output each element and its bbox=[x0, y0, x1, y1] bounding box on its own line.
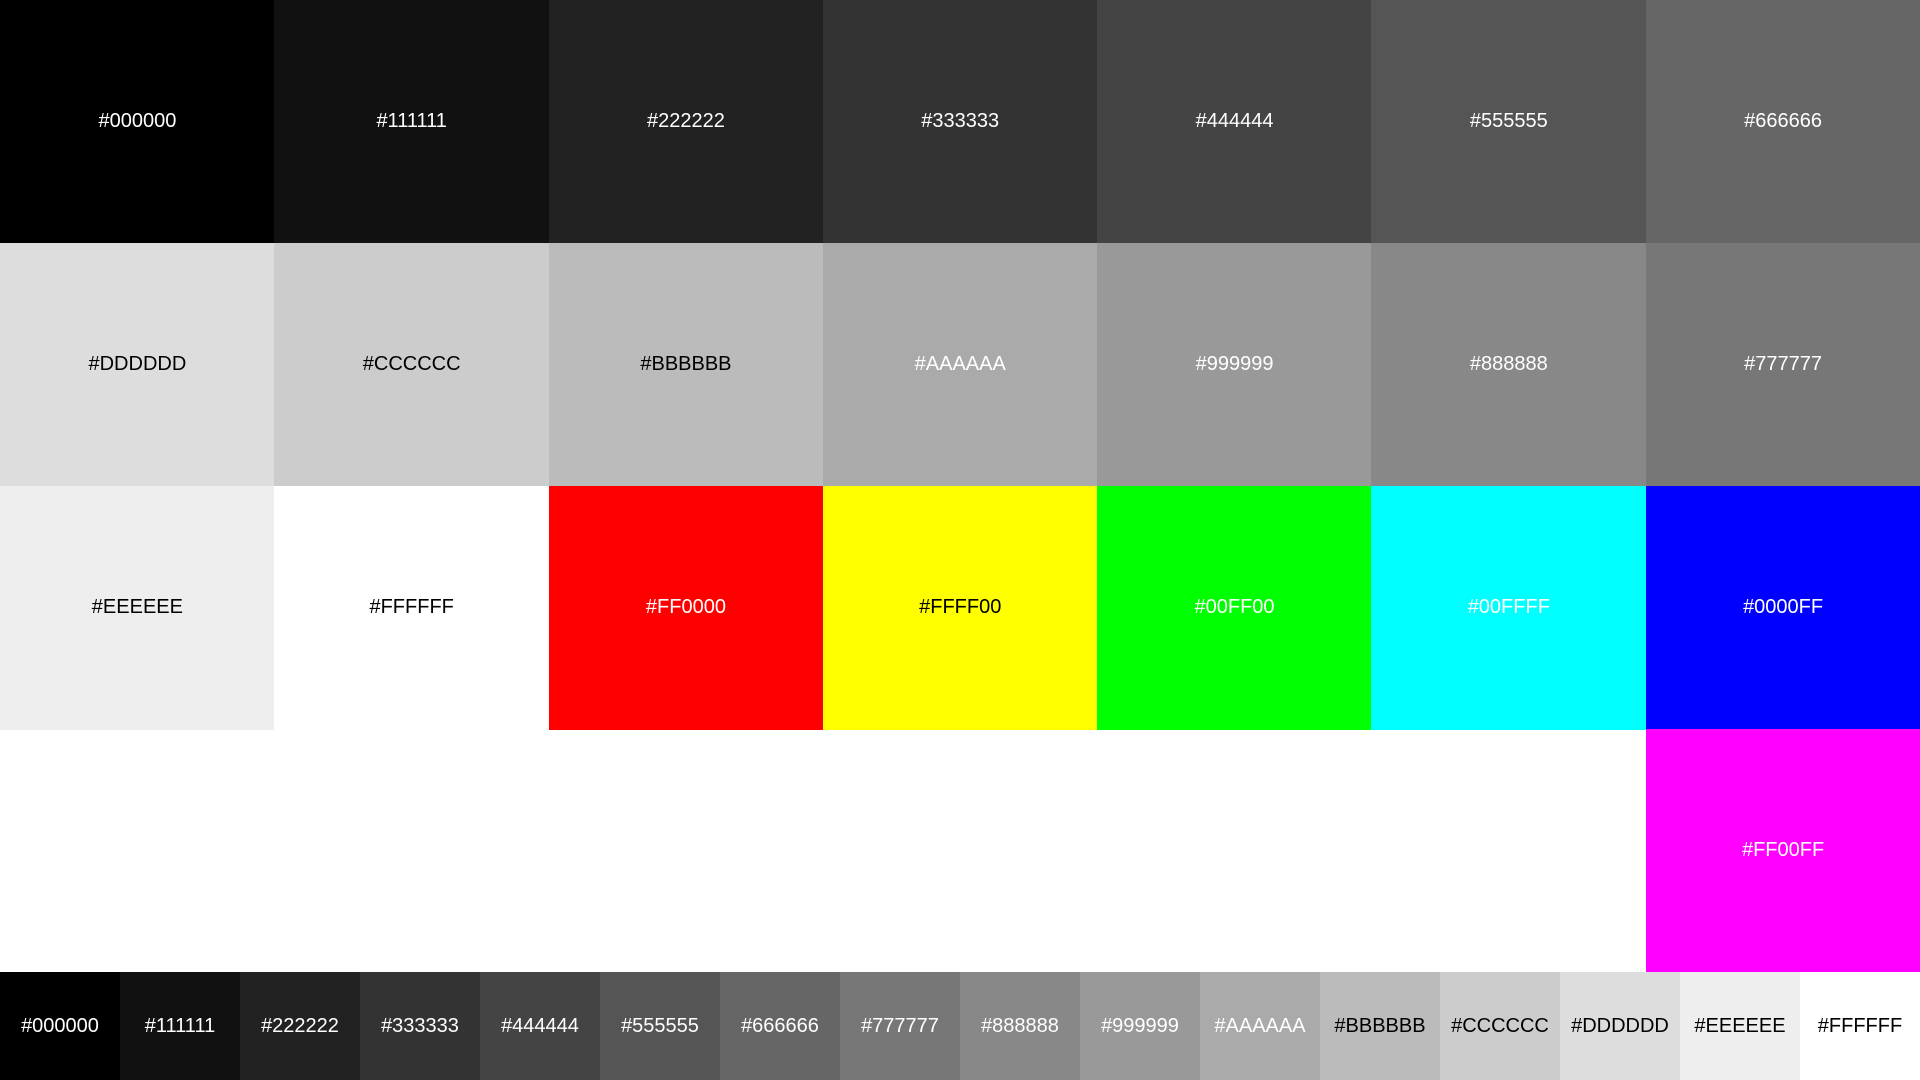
color-swatch: #111111 bbox=[274, 0, 550, 244]
swatch-label: #EEEEEE bbox=[91, 596, 183, 619]
color-swatch: #222222 bbox=[548, 0, 824, 244]
strip-swatch: #BBBBBB bbox=[1320, 972, 1440, 1080]
swatch-label: #0000FF bbox=[1743, 596, 1824, 619]
strip-swatch-label: #AAAAAA bbox=[1214, 1014, 1306, 1037]
strip-swatch-label: #222222 bbox=[261, 1014, 339, 1037]
swatch-label: #222222 bbox=[647, 110, 725, 133]
strip-swatch: #FFFFFF bbox=[1800, 972, 1920, 1080]
color-swatch: #0000FF bbox=[1645, 486, 1920, 730]
color-swatch: #BBBBBB bbox=[548, 243, 824, 487]
strip-swatch-label: #EEEEEE bbox=[1694, 1014, 1786, 1037]
strip-swatch: #222222 bbox=[240, 972, 360, 1080]
color-swatch-board: #000000 #111111 #222222 #333333 #444444 #5555… bbox=[0, 0, 1920, 1080]
color-swatch: #444444 bbox=[1097, 0, 1372, 244]
swatch-label: #FFFFFF bbox=[369, 596, 454, 619]
swatch-label: #00FFFF bbox=[1467, 596, 1550, 619]
strip-swatch-label: #666666 bbox=[741, 1014, 819, 1037]
swatch-label: #FFFF00 bbox=[919, 596, 1002, 619]
color-swatch: #FF00FF bbox=[1645, 729, 1920, 973]
strip-swatch-label: #333333 bbox=[381, 1014, 459, 1037]
swatch-label: #AAAAAA bbox=[914, 353, 1006, 376]
color-swatch: #FF0000 bbox=[548, 486, 824, 730]
strip-swatch: #111111 bbox=[120, 972, 240, 1080]
swatch-label: #000000 bbox=[98, 110, 177, 133]
color-swatch: #FFFFFF bbox=[274, 486, 550, 730]
strip-swatch: #777777 bbox=[840, 972, 960, 1080]
strip-swatch: #888888 bbox=[960, 972, 1080, 1080]
color-swatch: #EEEEEE bbox=[0, 486, 275, 730]
swatch-label: #777777 bbox=[1744, 353, 1823, 376]
strip-swatch-label: #DDDDDD bbox=[1571, 1014, 1669, 1037]
color-swatch: #555555 bbox=[1371, 0, 1647, 244]
swatch-label: #666666 bbox=[1744, 110, 1823, 133]
strip-swatch: #EEEEEE bbox=[1680, 972, 1800, 1080]
color-swatch: #FFFF00 bbox=[822, 486, 1098, 730]
color-swatch: #CCCCCC bbox=[274, 243, 550, 487]
strip-swatch-label: #111111 bbox=[144, 1014, 216, 1037]
swatch-label: #444444 bbox=[1195, 110, 1274, 133]
color-swatch: #00FF00 bbox=[1097, 486, 1372, 730]
swatch-label: #BBBBBB bbox=[640, 353, 732, 376]
strip-swatch: #444444 bbox=[480, 972, 600, 1080]
swatch-label: #00FF00 bbox=[1194, 596, 1275, 619]
color-swatch: #00FFFF bbox=[1371, 486, 1647, 730]
swatch-label: #111111 bbox=[376, 110, 447, 133]
strip-swatch: #555555 bbox=[600, 972, 720, 1080]
color-swatch: #999999 bbox=[1097, 243, 1372, 487]
color-swatch: #888888 bbox=[1371, 243, 1647, 487]
color-swatch: #666666 bbox=[1645, 0, 1920, 244]
strip-swatch: #CCCCCC bbox=[1440, 972, 1560, 1080]
strip-swatch-label: #444444 bbox=[501, 1014, 579, 1037]
strip-swatch: #999999 bbox=[1080, 972, 1200, 1080]
strip-swatch-label: #888888 bbox=[981, 1014, 1059, 1037]
strip-swatch: #DDDDDD bbox=[1560, 972, 1680, 1080]
color-swatch: #000000 bbox=[0, 0, 275, 244]
strip-swatch-label: #555555 bbox=[621, 1014, 699, 1037]
strip-swatch-label: #000000 bbox=[21, 1014, 99, 1037]
strip-swatch-label: #BBBBBB bbox=[1334, 1014, 1426, 1037]
swatch-label: #FF0000 bbox=[645, 596, 726, 619]
swatch-label: #DDDDDD bbox=[88, 353, 187, 376]
strip-swatch-label: #FFFFFF bbox=[1817, 1014, 1903, 1037]
color-swatch: #DDDDDD bbox=[0, 243, 275, 487]
strip-swatch-label: #999999 bbox=[1101, 1014, 1179, 1037]
swatch-label: #FF00FF bbox=[1741, 839, 1825, 862]
swatch-label: #888888 bbox=[1469, 353, 1548, 376]
strip-swatch-label: #CCCCCC bbox=[1451, 1014, 1549, 1037]
strip-swatch: #000000 bbox=[0, 972, 120, 1080]
strip-swatch: #666666 bbox=[720, 972, 840, 1080]
swatch-label: #333333 bbox=[921, 110, 1000, 133]
color-swatch: #777777 bbox=[1645, 243, 1920, 487]
strip-swatch-label: #777777 bbox=[861, 1014, 939, 1037]
swatch-label: #CCCCCC bbox=[362, 353, 461, 376]
color-swatch: #333333 bbox=[822, 0, 1098, 244]
strip-swatch: #333333 bbox=[360, 972, 480, 1080]
swatch-label: #555555 bbox=[1469, 110, 1548, 133]
swatch-label: #999999 bbox=[1195, 353, 1274, 376]
strip-swatch: #AAAAAA bbox=[1200, 972, 1320, 1080]
color-swatch: #AAAAAA bbox=[822, 243, 1098, 487]
